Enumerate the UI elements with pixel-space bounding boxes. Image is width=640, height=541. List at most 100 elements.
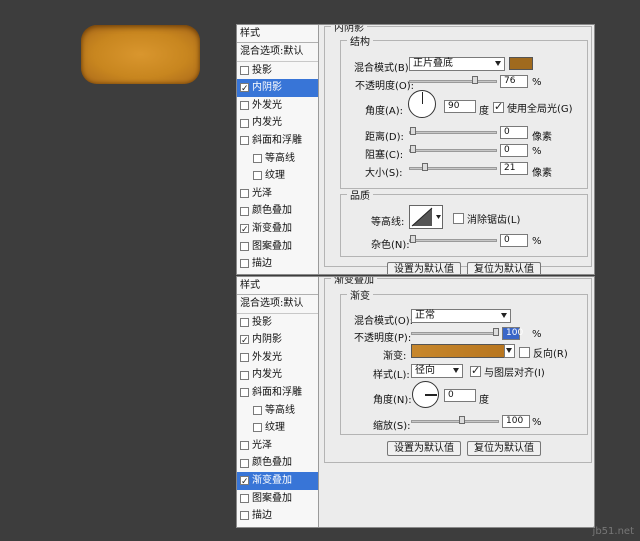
checkbox[interactable] — [253, 171, 262, 181]
sidebar-item-bevel-emboss[interactable]: 斜面和浮雕 — [237, 132, 318, 150]
scale-input[interactable]: 100 — [502, 415, 530, 428]
sidebar-title[interactable]: 样式 — [237, 277, 318, 295]
sidebar-item-bevel-emboss[interactable]: 斜面和浮雕 — [237, 384, 318, 402]
checkbox[interactable] — [240, 241, 249, 251]
angle-input[interactable]: 0 — [444, 389, 476, 402]
reverse-checkbox[interactable]: 反向(R) — [519, 345, 568, 360]
gradient-dropdown[interactable] — [504, 344, 515, 358]
checkbox[interactable] — [240, 441, 249, 451]
choke-slider[interactable] — [409, 145, 497, 153]
sidebar-item-outer-glow[interactable]: 外发光 — [237, 97, 318, 115]
opacity-slider[interactable] — [411, 328, 499, 336]
reset-default-button[interactable]: 复位为默认值 — [467, 262, 541, 274]
gradient-picker[interactable] — [411, 344, 505, 358]
percent-unit: % — [532, 329, 542, 340]
contour-picker[interactable] — [409, 205, 443, 229]
checkbox[interactable] — [240, 474, 249, 492]
checkbox[interactable] — [493, 100, 504, 113]
checkbox[interactable] — [470, 364, 481, 377]
sidebar-item-drop-shadow[interactable]: 投影 — [237, 314, 318, 332]
blend-mode-select[interactable]: 正片叠底 — [409, 57, 505, 71]
checkbox[interactable] — [453, 213, 464, 224]
sidebar-item-satin[interactable]: 光泽 — [237, 185, 318, 203]
sidebar-item-outer-glow[interactable]: 外发光 — [237, 349, 318, 367]
checkbox[interactable] — [240, 493, 249, 503]
reset-default-button[interactable]: 复位为默认值 — [467, 441, 541, 456]
gradient-style-select[interactable]: 径向 — [411, 364, 463, 378]
checkbox[interactable] — [240, 222, 249, 240]
structure-title: 结构 — [350, 37, 370, 48]
make-default-button[interactable]: 设置为默认值 — [387, 262, 461, 274]
checkbox[interactable] — [240, 317, 249, 327]
sidebar-item-color-overlay[interactable]: 颜色叠加 — [237, 454, 318, 472]
checkbox[interactable] — [240, 206, 249, 216]
sidebar-item-contour[interactable]: 等高线 — [237, 150, 318, 168]
sidebar-item-stroke[interactable]: 描边 — [237, 255, 318, 273]
checkbox[interactable] — [240, 259, 249, 269]
sidebar-item-inner-shadow[interactable]: 内阴影 — [237, 331, 318, 351]
slider-thumb[interactable] — [422, 163, 428, 171]
sidebar-item-blending-options[interactable]: 混合选项:默认 — [237, 43, 318, 62]
checkbox[interactable] — [240, 81, 249, 99]
sidebar-item-texture[interactable]: 纹理 — [237, 167, 318, 185]
checkbox[interactable] — [240, 118, 249, 128]
sidebar-item-inner-glow[interactable]: 内发光 — [237, 366, 318, 384]
anti-alias-checkbox[interactable]: 消除锯齿(L) — [453, 211, 520, 226]
angle-dial[interactable] — [412, 381, 439, 408]
sidebar-item-inner-glow[interactable]: 内发光 — [237, 114, 318, 132]
distance-label: 距离(D): — [365, 132, 404, 143]
sidebar-item-pattern-overlay[interactable]: 图案叠加 — [237, 490, 318, 508]
global-light-checkbox[interactable]: 使用全局光(G) — [493, 100, 573, 115]
sidebar-item-inner-shadow[interactable]: 内阴影 — [237, 79, 318, 99]
make-default-button[interactable]: 设置为默认值 — [387, 441, 461, 456]
opacity-slider[interactable] — [409, 76, 497, 84]
chevron-down-icon — [495, 61, 501, 66]
sidebar-item-stroke[interactable]: 描边 — [237, 507, 318, 525]
checkbox[interactable] — [240, 101, 249, 111]
size-slider[interactable] — [409, 163, 497, 171]
sidebar-item-satin[interactable]: 光泽 — [237, 437, 318, 455]
checkbox[interactable] — [240, 65, 249, 75]
checkbox[interactable] — [240, 189, 249, 199]
checkbox[interactable] — [240, 511, 249, 521]
slider-thumb[interactable] — [410, 235, 416, 243]
slider-thumb[interactable] — [472, 76, 478, 84]
angle-input[interactable]: 90 — [444, 100, 476, 113]
blend-mode-select[interactable]: 正常 — [411, 309, 511, 323]
distance-slider[interactable] — [409, 127, 497, 135]
shadow-color-swatch[interactable] — [509, 57, 533, 70]
scale-slider[interactable] — [411, 416, 499, 424]
checkbox[interactable] — [240, 388, 249, 398]
checkbox[interactable] — [519, 347, 530, 358]
slider-thumb[interactable] — [410, 145, 416, 153]
slider-thumb[interactable] — [410, 127, 416, 135]
opacity-input[interactable]: 76 — [500, 75, 528, 88]
noise-input[interactable]: 0 — [500, 234, 528, 247]
sidebar-item-pattern-overlay[interactable]: 图案叠加 — [237, 238, 318, 256]
sidebar-item-gradient-overlay[interactable]: 渐变叠加 — [237, 220, 318, 240]
checkbox[interactable] — [240, 136, 249, 146]
slider-thumb[interactable] — [493, 328, 499, 336]
angle-dial[interactable] — [408, 90, 436, 118]
checkbox[interactable] — [240, 333, 249, 351]
checkbox[interactable] — [253, 153, 262, 163]
sidebar-item-drop-shadow[interactable]: 投影 — [237, 62, 318, 80]
noise-slider[interactable] — [409, 235, 497, 243]
sidebar-item-gradient-overlay[interactable]: 渐变叠加 — [237, 471, 318, 492]
distance-input[interactable]: 0 — [500, 126, 528, 139]
checkbox[interactable] — [240, 458, 249, 468]
slider-thumb[interactable] — [459, 416, 465, 424]
align-with-layer-checkbox[interactable]: 与图层对齐(I) — [470, 364, 545, 379]
sidebar-item-contour[interactable]: 等高线 — [237, 402, 318, 420]
checkbox[interactable] — [240, 353, 249, 363]
choke-input[interactable]: 0 — [500, 144, 528, 157]
checkbox[interactable] — [253, 405, 262, 415]
checkbox[interactable] — [253, 423, 262, 433]
opacity-input[interactable]: 100 — [502, 327, 523, 340]
size-input[interactable]: 21 — [500, 162, 528, 175]
checkbox[interactable] — [240, 370, 249, 380]
sidebar-item-texture[interactable]: 纹理 — [237, 419, 318, 437]
sidebar-title[interactable]: 样式 — [237, 25, 318, 43]
sidebar-item-blending-options[interactable]: 混合选项:默认 — [237, 295, 318, 314]
sidebar-item-color-overlay[interactable]: 颜色叠加 — [237, 202, 318, 220]
